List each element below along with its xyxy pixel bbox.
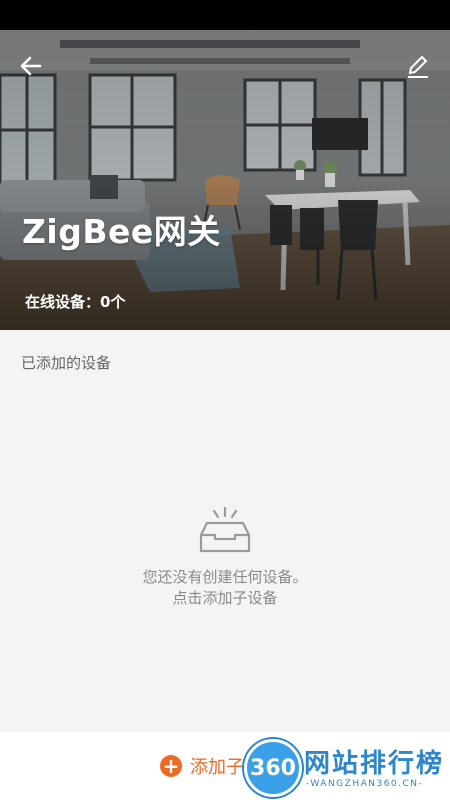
empty-message: 您还没有创建任何设备。: [142, 568, 308, 586]
watermark-text: 网站排行榜: [304, 749, 445, 779]
hero-header: ZigBee网关 在线设备：0个: [0, 30, 450, 330]
empty-hint: 点击添加子设备: [172, 589, 278, 607]
watermark-logo: 360 网站排行榜 -WANGZHAN360.CN-: [244, 739, 450, 800]
plus-icon: +: [160, 755, 182, 777]
empty-state: 您还没有创建任何设备。 点击添加子设备: [0, 505, 450, 609]
pencil-icon: [408, 55, 428, 78]
add-subdevice-label: 添加子: [190, 757, 244, 778]
room-background-image: [0, 30, 450, 330]
edit-button[interactable]: [400, 48, 436, 84]
add-subdevice-button[interactable]: + 添加子: [160, 752, 244, 780]
back-arrow-icon: [20, 56, 42, 76]
added-devices-section-label: 已添加的设备: [21, 354, 112, 372]
watermark-subtext: -WANGZHAN360.CN-: [306, 779, 424, 789]
watermark-badge: 360: [244, 739, 302, 797]
gateway-title: ZigBee网关: [22, 212, 221, 251]
status-bar: [0, 0, 450, 30]
empty-tray-icon: [199, 506, 251, 553]
online-devices-count: 在线设备：0个: [25, 293, 126, 311]
back-button[interactable]: [14, 48, 50, 84]
